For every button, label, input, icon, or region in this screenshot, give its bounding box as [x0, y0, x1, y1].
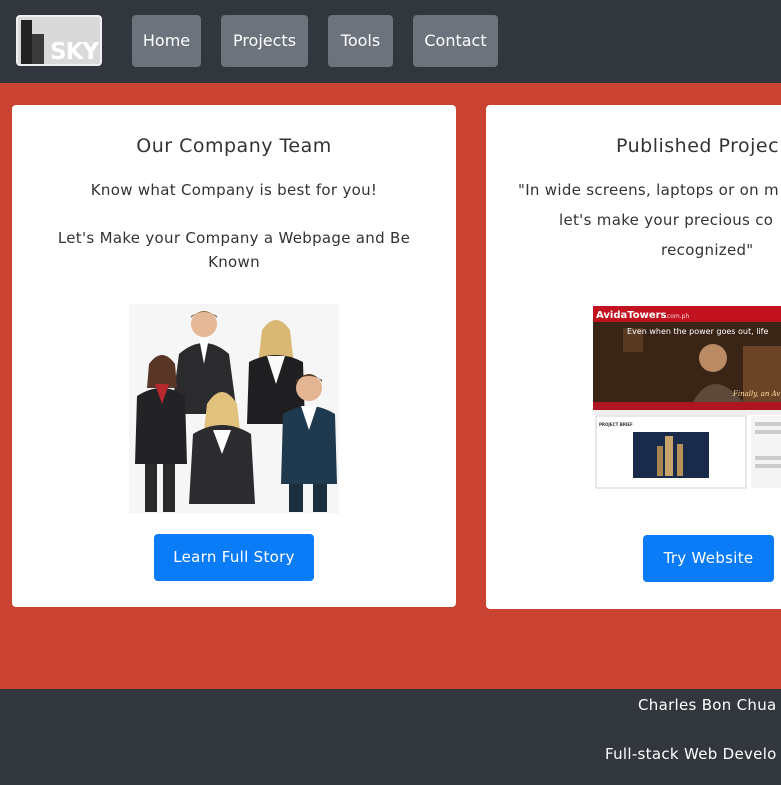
projects-card: Published Projec "In wide screens, lapto… — [486, 105, 781, 609]
team-photo-illustration — [129, 304, 339, 514]
card-title: Published Projec — [616, 135, 780, 157]
card-text: Let's Make your Company a Webpage and Be… — [57, 229, 411, 271]
team-photo — [129, 304, 339, 514]
site-brand-suffix: .com.ph — [665, 313, 689, 320]
nav-tools-button[interactable]: Tools — [328, 15, 393, 67]
footer-author-name: Charles Bon Chua — [638, 696, 777, 714]
logo-text: SKY — [50, 39, 99, 65]
website-screenshot-illustration: AvidaTowers .com.ph Even when the power … — [593, 306, 781, 490]
brand-logo[interactable]: SKY — [16, 15, 102, 66]
card-text: recognized" — [661, 241, 754, 259]
learn-full-story-button[interactable]: Learn Full Story — [154, 534, 314, 581]
site-tagline: Even when the power goes out, life — [627, 327, 768, 336]
card-text: "In wide screens, laptops or on m — [518, 181, 779, 199]
card-text: Know what Company is best for you! — [90, 181, 378, 199]
logo-bar-icon — [21, 20, 32, 64]
card-text: let's make your precious co — [559, 211, 774, 229]
logo-bar-icon — [32, 34, 44, 64]
navbar: SKY Home Projects Tools Contact — [0, 0, 781, 83]
try-website-button[interactable]: Try Website — [643, 535, 774, 582]
team-card: Our Company Team Know what Company is be… — [12, 105, 456, 607]
nav-contact-button[interactable]: Contact — [413, 15, 498, 67]
footer-author-role: Full-stack Web Develo — [605, 745, 777, 763]
nav-projects-button[interactable]: Projects — [221, 15, 308, 67]
footer: Charles Bon Chua Full-stack Web Develo — [0, 689, 781, 785]
website-screenshot: AvidaTowers .com.ph Even when the power … — [593, 306, 781, 490]
nav-home-button[interactable]: Home — [132, 15, 201, 67]
site-tagline2: Finally, an Av — [732, 390, 780, 398]
card-title: Our Company Team — [136, 135, 332, 157]
site-brand: AvidaTowers — [596, 310, 667, 321]
site-section: PROJECT BRIEF — [599, 422, 633, 427]
